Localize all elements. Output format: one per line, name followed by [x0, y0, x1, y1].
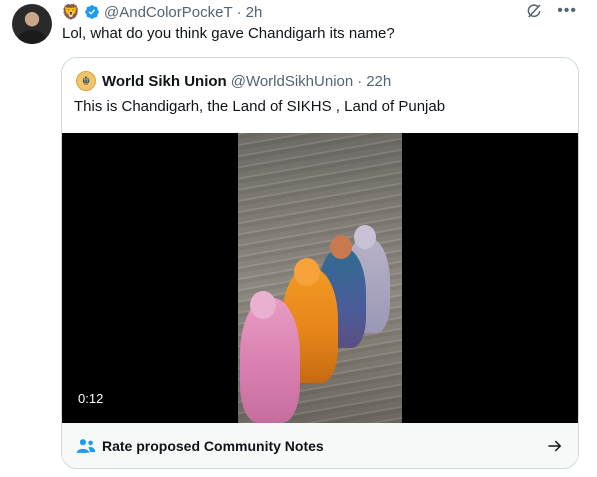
user-avatar[interactable] — [12, 4, 52, 44]
rate-community-notes-button[interactable]: Rate proposed Community Notes — [62, 423, 578, 468]
quoted-author-handle[interactable]: @WorldSikhUnion — [231, 73, 354, 90]
quoted-tweet[interactable]: ☬ World Sikh Union @WorldSikhUnion · 22h… — [61, 57, 579, 469]
quoted-tweet-header: ☬ World Sikh Union @WorldSikhUnion · 22h — [76, 70, 391, 92]
tweet-header: 🦁 @AndColorPockeT · 2h — [61, 2, 263, 22]
people-icon — [76, 439, 96, 453]
quoted-author-name[interactable]: World Sikh Union — [102, 73, 227, 90]
video-timecode: 0:12 — [78, 391, 104, 406]
separator-dot: · — [236, 3, 242, 21]
woman-head — [294, 258, 320, 286]
tweet-actions-top: ••• — [525, 2, 577, 20]
video-frame — [238, 133, 402, 423]
lion-emoji-icon: 🦁 — [61, 4, 81, 21]
separator-dot: · — [357, 72, 363, 90]
woman-head — [250, 291, 276, 319]
tweet[interactable]: 🦁 @AndColorPockeT · 2h ••• Lol, what do … — [0, 0, 597, 477]
verified-badge-icon — [85, 5, 99, 19]
khanda-logo-icon[interactable]: ☬ — [76, 71, 96, 91]
tweet-time[interactable]: 2h — [246, 4, 263, 21]
tweet-text: Lol, what do you think gave Chandigarh i… — [62, 25, 395, 42]
video-player[interactable]: 0:12 — [62, 133, 578, 423]
quoted-tweet-time[interactable]: 22h — [366, 73, 391, 90]
woman-head — [330, 235, 352, 259]
author-handle[interactable]: @AndColorPockeT — [104, 4, 233, 21]
arrow-right-icon — [548, 440, 561, 452]
community-notes-label: Rate proposed Community Notes — [102, 438, 324, 454]
grok-icon[interactable] — [525, 2, 543, 20]
woman-head — [354, 225, 376, 249]
quoted-tweet-text: This is Chandigarh, the Land of SIKHS , … — [74, 98, 446, 115]
more-icon[interactable]: ••• — [557, 2, 577, 20]
